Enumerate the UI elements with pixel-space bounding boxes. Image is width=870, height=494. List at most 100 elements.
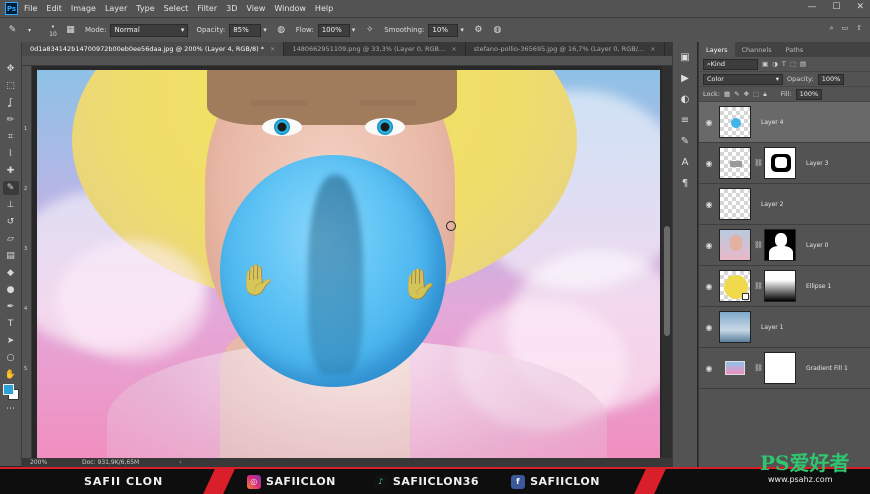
chevron-down-icon[interactable]: ▾ [460,26,464,34]
type-tool-icon[interactable]: T [3,317,19,331]
layer-row-layer-2[interactable]: ◉ Layer 2 [699,184,870,225]
pressure-opacity-icon[interactable]: ◍ [275,24,288,37]
pressure-size-icon[interactable]: ◍ [491,24,504,37]
filter-smart-icon[interactable]: ▤ [800,60,806,68]
filter-type-icon[interactable]: T [782,60,786,68]
document-tab[interactable]: stefano-pollio-365695.jpg @ 16,7% (Layer… [466,42,665,56]
visibility-eye-icon[interactable]: ◉ [699,159,719,168]
layer-row-layer-3[interactable]: ◉ ⛓ Layer 3 [699,143,870,184]
dodge-tool-icon[interactable]: ● [3,283,19,297]
clone-stamp-tool-icon[interactable]: ⊥ [3,198,19,212]
menu-layer[interactable]: Layer [105,4,127,13]
menu-filter[interactable]: Filter [197,4,217,13]
maximize-icon[interactable]: ☐ [832,2,840,12]
tab-paths[interactable]: Paths [779,42,811,57]
close-icon[interactable]: × [451,45,456,53]
visibility-eye-icon[interactable]: ◉ [699,200,719,209]
menu-view[interactable]: View [246,4,265,13]
history-brush-tool-icon[interactable]: ↺ [3,215,19,229]
share-icon[interactable]: ⇧ [856,24,862,33]
close-icon[interactable]: × [650,45,655,53]
brush-preset[interactable]: • 10 [42,23,64,38]
character-icon[interactable]: A [677,155,693,170]
fill-input[interactable]: 100% [795,88,822,100]
opacity-input[interactable]: 85% [229,23,262,37]
workspace-icon[interactable]: ▭ [842,24,849,33]
menu-help[interactable]: Help [315,4,333,13]
airbrush-icon[interactable]: ✧ [363,24,376,37]
visibility-eye-icon[interactable]: ◉ [699,282,719,291]
lock-move-icon[interactable]: ✥ [744,90,749,98]
document-canvas[interactable]: ✋ ✋ [37,70,660,458]
layer-row-ellipse-1[interactable]: ◉ ⛓ Ellipse 1 [699,266,870,307]
shape-tool-icon[interactable]: ○ [3,351,19,365]
layer-mask-thumbnail[interactable] [764,147,796,179]
layer-row-layer-0[interactable]: ◉ ⛓ Layer 0 [699,225,870,266]
menu-image[interactable]: Image [71,4,96,13]
menu-edit[interactable]: Edit [46,4,62,13]
lock-artboard-icon[interactable]: ⬚ [753,90,759,98]
vertical-scrollbar[interactable] [662,66,672,458]
scroll-thumb[interactable] [664,226,670,336]
actions-play-icon[interactable]: ▶ [677,71,693,86]
eyedropper-tool-icon[interactable]: ⌇ [3,147,19,161]
brush-settings-icon[interactable]: ▦ [64,24,77,37]
layer-row-layer-1[interactable]: ◉ Layer 1 [699,307,870,348]
layer-mask-thumbnail[interactable] [764,352,796,384]
layer-row-layer-4[interactable]: ◉ Layer 4 [699,102,870,143]
chevron-down-icon[interactable]: ▾ [352,26,356,34]
filter-shape-icon[interactable]: ⬚ [790,60,796,68]
close-icon[interactable]: ✕ [856,2,864,12]
close-icon[interactable]: × [270,45,275,53]
lock-icon[interactable]: 🔒︎ [763,90,766,99]
layer-mask-thumbnail[interactable] [764,229,796,261]
search-icon[interactable]: ⌕ [830,24,834,33]
menu-file[interactable]: File [24,4,37,13]
brush-dropdown-icon[interactable]: ▾ [23,24,36,37]
tab-layers[interactable]: Layers [699,42,735,57]
document-tab[interactable]: 1480662951109.png @ 33,3% (Layer 0, RGB.… [284,42,466,56]
more-tools-icon[interactable]: ⋯ [3,402,19,416]
brush-tool-icon[interactable]: ✎ [2,181,19,195]
foreground-color-swatch[interactable] [3,384,14,395]
link-chain-icon[interactable]: ⛓ [754,364,763,372]
status-menu-icon[interactable]: › [179,459,181,466]
menu-type[interactable]: Type [136,4,154,13]
menu-select[interactable]: Select [164,4,189,13]
link-chain-icon[interactable]: ⛓ [754,241,763,249]
pen-tool-icon[interactable]: ✒ [3,300,19,314]
document-tab-active[interactable]: 0d1a834142b14700972b00eb0ee56daa.jpg @ 2… [22,42,285,56]
filter-adjust-icon[interactable]: ◑ [772,60,778,68]
visibility-eye-icon[interactable]: ◉ [699,241,719,250]
minimize-icon[interactable]: — [807,2,816,12]
blur-tool-icon[interactable]: ◆ [3,266,19,280]
healing-tool-icon[interactable]: ✚ [3,164,19,178]
crop-tool-icon[interactable]: ⌗ [3,130,19,144]
smoothing-input[interactable]: 10% [428,23,459,37]
marquee-tool-icon[interactable]: ⬚ [3,79,19,93]
history-icon[interactable]: ▣ [677,50,693,65]
quick-select-tool-icon[interactable]: ✏ [3,113,19,127]
layer-opacity-input[interactable]: 100% [817,73,844,85]
zoom-level[interactable]: 200% [22,459,62,466]
visibility-eye-icon[interactable]: ◉ [699,323,719,332]
eraser-tool-icon[interactable]: ▱ [3,232,19,246]
hand-tool-icon[interactable]: ✋ [3,368,19,382]
adjustments-icon[interactable]: ◐ [677,92,693,107]
layer-row-gradient-fill-1[interactable]: ◉ ⛓ Gradient Fill 1 [699,348,870,389]
brush-settings-icon[interactable]: ✎ [677,134,693,149]
path-select-tool-icon[interactable]: ➤ [3,334,19,348]
kind-filter-select[interactable]: ⌕ Kind [703,58,758,70]
gradient-tool-icon[interactable]: ▤ [3,249,19,263]
tab-channels[interactable]: Channels [735,42,779,57]
brush-tool-icon[interactable]: ✎ [6,24,19,37]
lasso-tool-icon[interactable]: ʆ [3,96,19,110]
flow-input[interactable]: 100% [317,23,350,37]
paragraph-icon[interactable]: ¶ [677,176,693,191]
layer-mask-thumbnail[interactable] [764,270,796,302]
link-chain-icon[interactable]: ⛓ [754,159,763,167]
mode-select[interactable]: Normal ▾ [110,23,189,37]
visibility-eye-icon[interactable]: ◉ [699,118,719,127]
blend-mode-select[interactable]: Color ▾ [703,73,783,85]
lock-transparent-icon[interactable]: ▦ [724,90,730,98]
